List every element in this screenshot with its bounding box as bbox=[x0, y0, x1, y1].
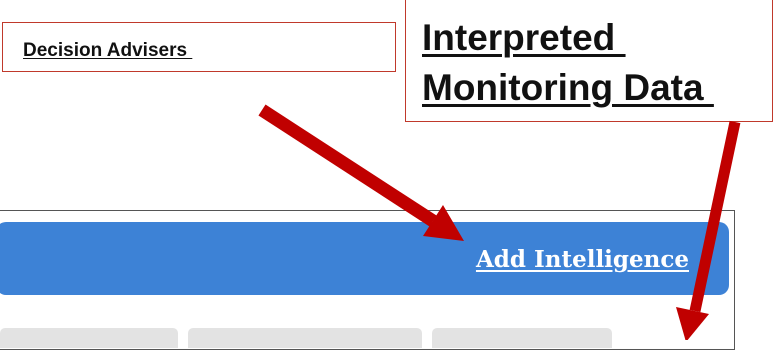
tab-3[interactable] bbox=[432, 328, 612, 348]
callout-title-line-1: Interpreted bbox=[422, 17, 626, 58]
tab-2[interactable] bbox=[188, 328, 422, 348]
callout-title-line-2: Monitoring Data bbox=[422, 67, 714, 108]
tab-1[interactable] bbox=[0, 328, 178, 348]
decision-advisers-callout: Decision Advisers bbox=[2, 22, 396, 72]
intelligence-banner: Add Intelligence bbox=[0, 222, 729, 295]
add-intelligence-link[interactable]: Add Intelligence bbox=[476, 246, 689, 273]
interpreted-monitoring-data-callout: Interpreted Monitoring Data bbox=[405, 0, 773, 122]
decision-advisers-label: Decision Advisers bbox=[23, 40, 193, 61]
